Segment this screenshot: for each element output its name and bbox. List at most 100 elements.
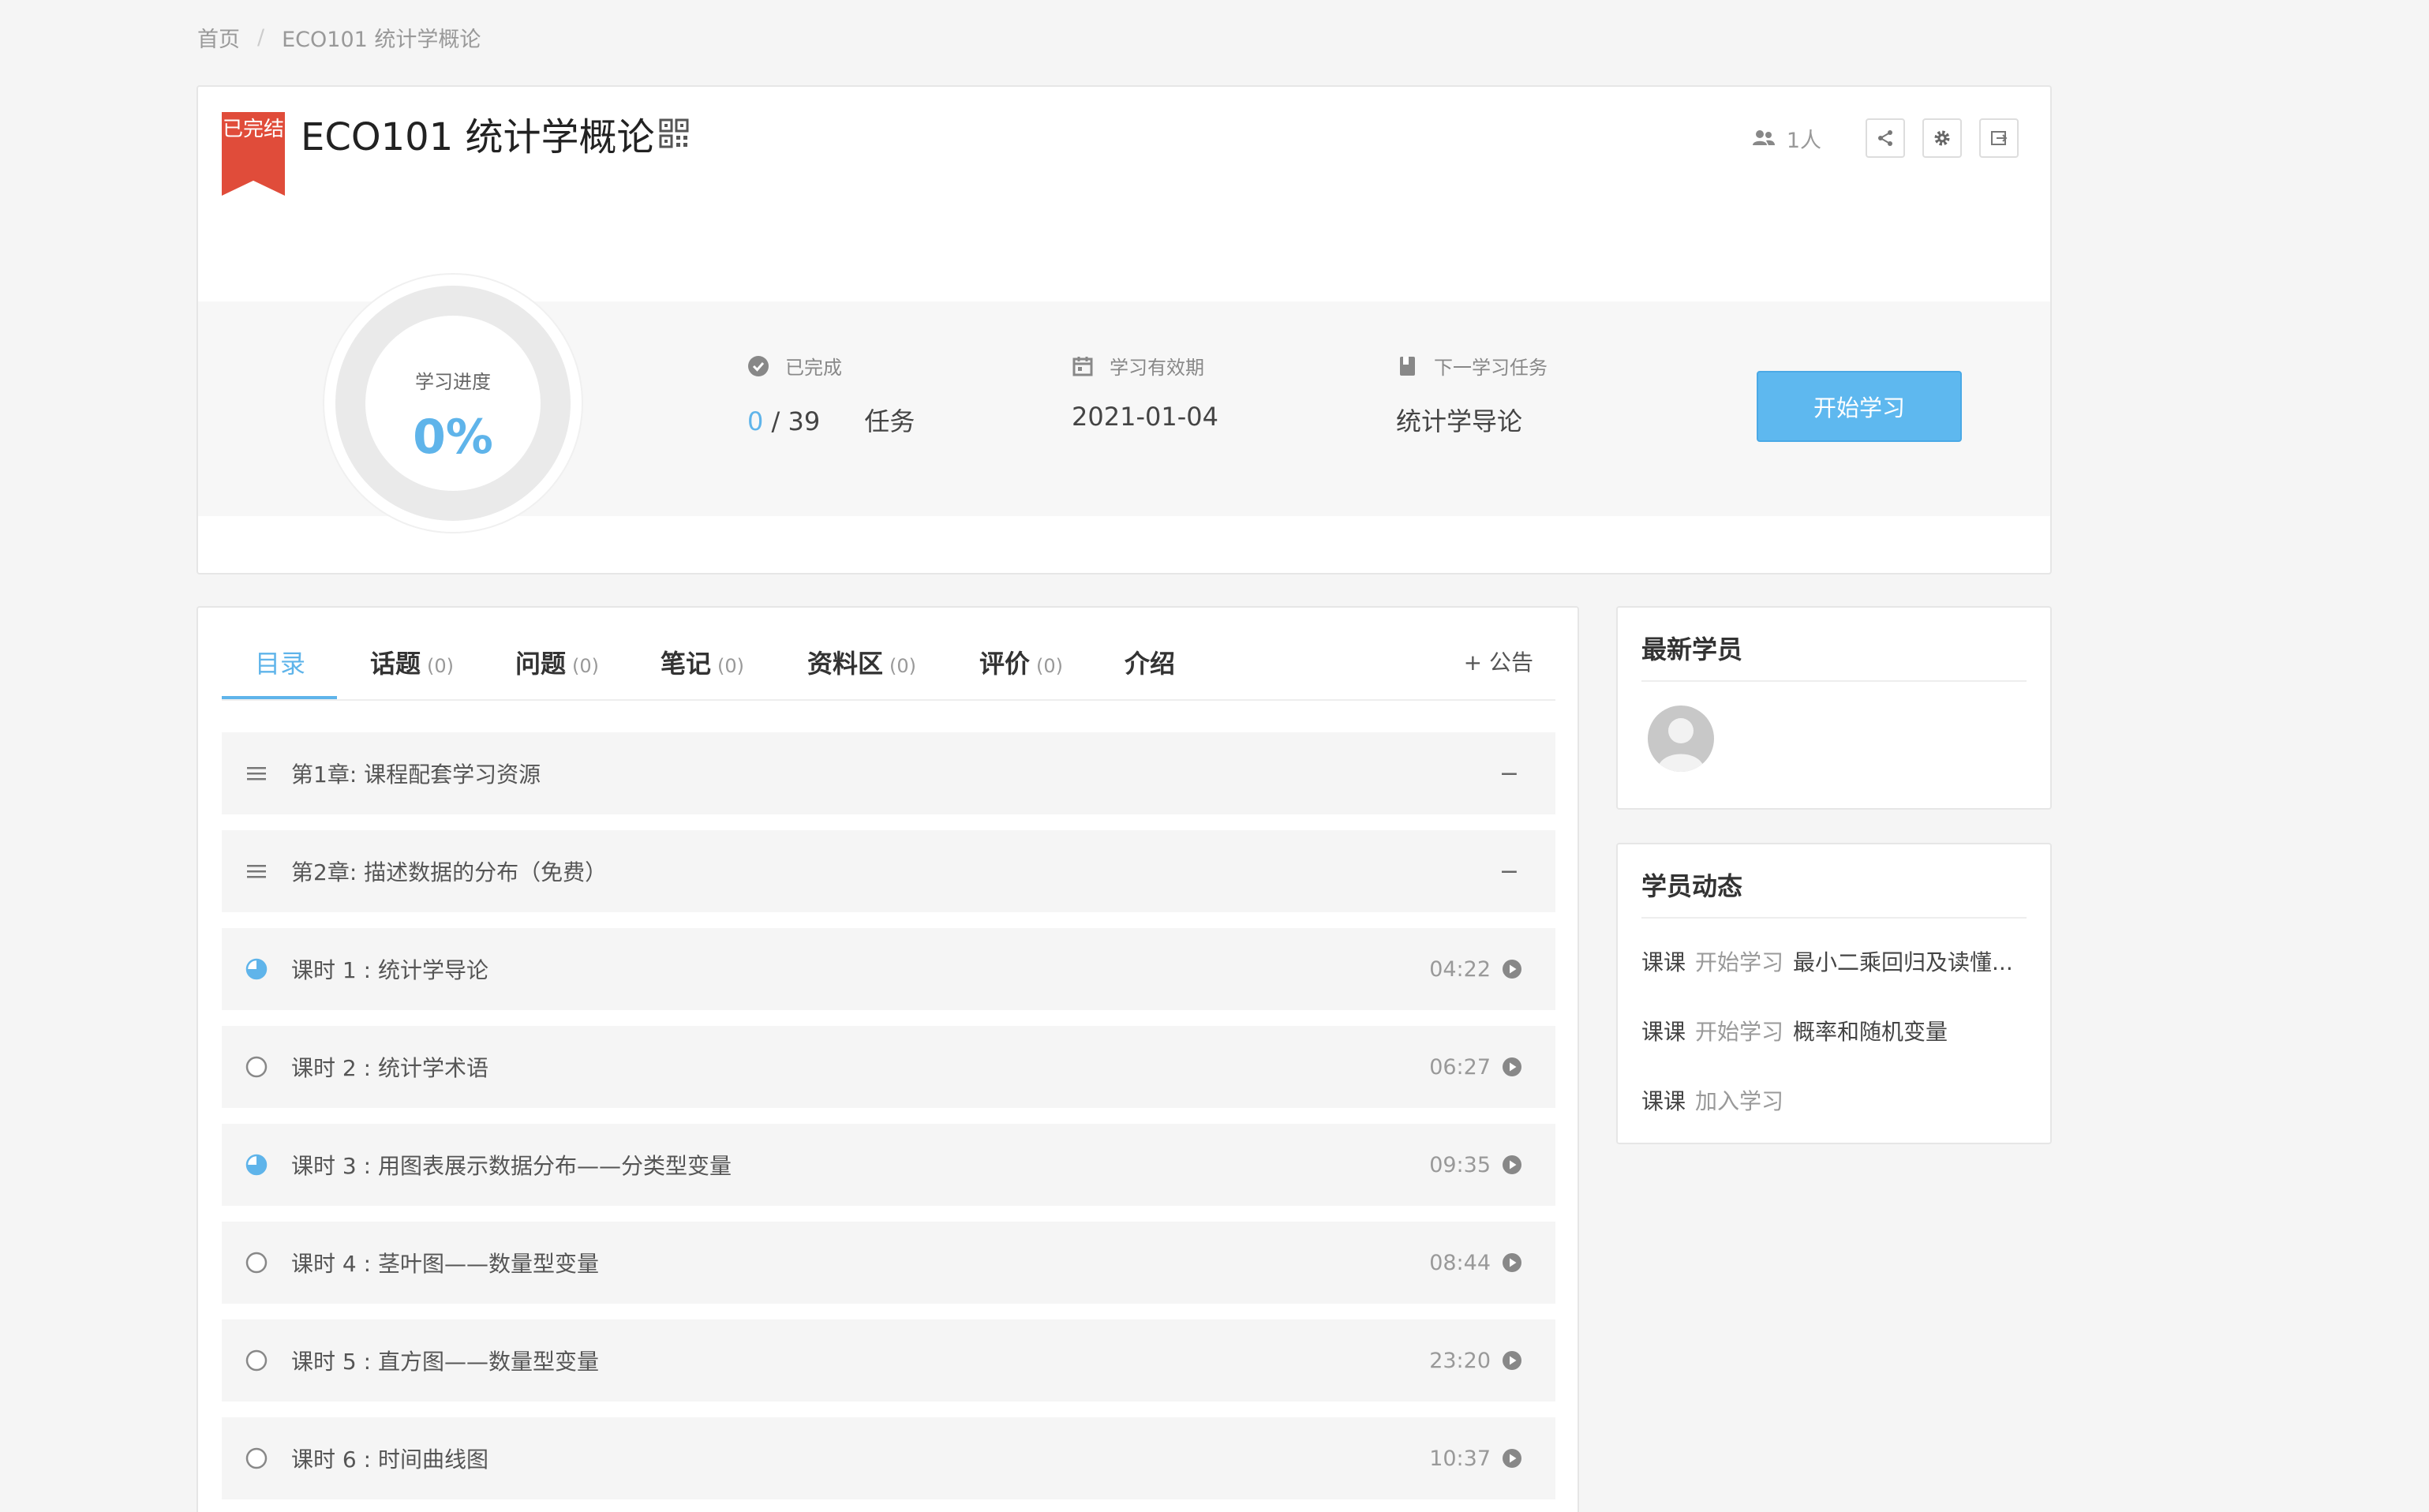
lesson-title: 课时 4 : 茎叶图——数量型变量 xyxy=(291,1251,599,1277)
activity-item: 课课 加入学习 xyxy=(1641,1084,2027,1116)
progress-value: 0% xyxy=(413,410,493,465)
activity-user[interactable]: 课课 xyxy=(1641,1019,1686,1045)
play-icon[interactable] xyxy=(1502,1155,1522,1175)
lesson-title: 课时 3 : 用图表展示数据分布——分类型变量 xyxy=(291,1153,732,1179)
exit-button[interactable] xyxy=(1979,118,2019,158)
play-icon[interactable] xyxy=(1502,1057,1522,1077)
qrcode-icon[interactable] xyxy=(659,118,689,148)
in-progress-icon xyxy=(245,958,268,980)
collapse-toggle[interactable]: − xyxy=(1499,760,1519,788)
member-count-text: 1人 xyxy=(1786,128,1821,153)
tab-count: (0) xyxy=(889,655,917,677)
completed-label: 已完成 xyxy=(785,357,842,379)
activity-action: 开始学习 xyxy=(1695,949,1784,975)
next-task-label: 下一学习任务 xyxy=(1434,357,1548,379)
breadcrumb-home[interactable]: 首页 xyxy=(197,22,240,53)
tab-label: 话题 xyxy=(370,649,421,679)
lesson-title: 课时 5 : 直方图——数量型变量 xyxy=(291,1349,599,1375)
activity-target[interactable]: 最小二乘回归及读懂... xyxy=(1793,949,2013,975)
calendar-icon xyxy=(1072,356,1093,376)
gear-icon xyxy=(1934,130,1950,146)
course-content-card: 目录 话题 (0) 问题 (0) 笔记 (0) 资料区 (0) 评价 (0) 介绍 + 公… xyxy=(196,606,1579,1512)
lesson-duration: 08:44 xyxy=(1429,1250,1491,1275)
play-icon[interactable] xyxy=(1502,1252,1522,1273)
users-icon xyxy=(1752,130,1775,145)
tab-notes[interactable]: 笔记 (0) xyxy=(661,644,744,680)
share-button[interactable] xyxy=(1866,118,1905,158)
lesson-duration: 09:35 xyxy=(1429,1152,1491,1177)
tab-intro[interactable]: 介绍 xyxy=(1125,644,1175,680)
add-announcement-button[interactable]: + 公告 xyxy=(1464,646,1533,677)
collapse-toggle[interactable]: − xyxy=(1499,858,1519,885)
validity-label: 学习有效期 xyxy=(1110,357,1204,379)
activity-item: 课课 开始学习 概率和随机变量 xyxy=(1641,1015,2027,1046)
tab-catalog[interactable]: 目录 xyxy=(255,644,305,680)
user-avatar-icon xyxy=(1657,718,1705,772)
tab-count: (0) xyxy=(427,655,455,677)
validity-value: 2021-01-04 xyxy=(1072,402,1218,432)
list-icon xyxy=(247,865,266,878)
exit-icon xyxy=(1991,131,2008,145)
chapter-row[interactable]: 第2章: 描述数据的分布（免费） − xyxy=(222,830,1555,912)
latest-members-title: 最新学员 xyxy=(1641,608,2027,682)
start-learning-button[interactable]: 开始学习 xyxy=(1757,371,1962,442)
lesson-row[interactable]: 课时 3 : 用图表展示数据分布——分类型变量 09:35 xyxy=(222,1124,1555,1206)
activity-action: 开始学习 xyxy=(1695,1019,1784,1045)
breadcrumb-separator: / xyxy=(257,25,265,50)
header-toolbar: 1人 xyxy=(1752,118,2019,158)
lesson-duration: 06:27 xyxy=(1429,1054,1491,1080)
status-ribbon: 已完结 xyxy=(222,112,285,196)
completed-total: / 39 xyxy=(771,406,821,436)
play-icon[interactable] xyxy=(1502,1448,1522,1469)
member-activity-title: 学员动态 xyxy=(1641,844,2027,919)
not-started-icon xyxy=(245,1056,268,1078)
course-header-card: 已完结 ECO101 统计学概论 1人 学习进度 0% 已完成 0 / 39 任… xyxy=(196,85,2052,574)
chapter-title: 第1章: 课程配套学习资源 xyxy=(291,762,541,788)
tab-label: 笔记 xyxy=(661,649,712,679)
activity-item: 课课 开始学习 最小二乘回归及读懂... xyxy=(1641,945,2027,977)
active-tab-indicator xyxy=(222,696,337,699)
lesson-row[interactable]: 课时 6 : 时间曲线图 10:37 xyxy=(222,1417,1555,1499)
lesson-title: 课时 1 : 统计学导论 xyxy=(291,957,488,983)
tab-bar: 目录 话题 (0) 问题 (0) 笔记 (0) 资料区 (0) 评价 (0) 介绍 + 公… xyxy=(222,608,1555,701)
activity-user[interactable]: 课课 xyxy=(1641,1088,1686,1114)
play-icon[interactable] xyxy=(1502,1350,1522,1371)
tab-reviews[interactable]: 评价 (0) xyxy=(979,644,1063,680)
tab-materials[interactable]: 资料区 (0) xyxy=(807,644,916,680)
tab-count: (0) xyxy=(572,655,600,677)
tab-label: 资料区 xyxy=(807,649,884,679)
lesson-row[interactable]: 课时 4 : 茎叶图——数量型变量 08:44 xyxy=(222,1222,1555,1304)
lesson-duration: 10:37 xyxy=(1429,1446,1491,1471)
tab-count: (0) xyxy=(717,655,745,677)
chapter-row[interactable]: 第1章: 课程配套学习资源 − xyxy=(222,732,1555,814)
activity-user[interactable]: 课课 xyxy=(1641,949,1686,975)
lesson-row[interactable]: 课时 2 : 统计学术语 06:27 xyxy=(222,1026,1555,1108)
avatar[interactable] xyxy=(1648,705,1714,772)
settings-button[interactable] xyxy=(1922,118,1962,158)
play-icon[interactable] xyxy=(1502,959,1522,979)
member-count: 1人 xyxy=(1752,123,1821,154)
stat-next-task: 下一学习任务 统计学导论 xyxy=(1396,352,1548,438)
tab-label: 介绍 xyxy=(1125,649,1176,679)
not-started-icon xyxy=(245,1447,268,1469)
lesson-row[interactable]: 课时 5 : 直方图——数量型变量 23:20 xyxy=(222,1319,1555,1402)
activity-action: 加入学习 xyxy=(1695,1088,1784,1114)
tab-label: 问题 xyxy=(515,649,567,679)
lesson-row[interactable]: 课时 1 : 统计学导论 04:22 xyxy=(222,928,1555,1010)
activity-target[interactable]: 概率和随机变量 xyxy=(1793,1019,1948,1045)
tab-label: 评价 xyxy=(979,649,1031,679)
tab-count: (0) xyxy=(1036,655,1064,677)
tab-questions[interactable]: 问题 (0) xyxy=(515,644,599,680)
next-task-value[interactable]: 统计学导论 xyxy=(1396,402,1548,438)
check-circle-icon xyxy=(748,355,769,376)
page-title: ECO101 统计学概论 xyxy=(301,115,655,159)
progress-ring: 学习进度 0% xyxy=(324,275,582,532)
tab-label: 目录 xyxy=(255,649,306,679)
lesson-duration: 23:20 xyxy=(1429,1348,1491,1373)
stat-validity: 学习有效期 2021-01-04 xyxy=(1072,352,1218,432)
completed-count: 0 xyxy=(747,406,764,436)
member-activity-card: 学员动态 课课 开始学习 最小二乘回归及读懂... 课课 开始学习 概率和随机变量 课课… xyxy=(1616,843,2052,1144)
progress-label: 学习进度 xyxy=(415,371,491,393)
tab-topics[interactable]: 话题 (0) xyxy=(370,644,454,680)
lesson-title: 课时 6 : 时间曲线图 xyxy=(291,1447,488,1473)
